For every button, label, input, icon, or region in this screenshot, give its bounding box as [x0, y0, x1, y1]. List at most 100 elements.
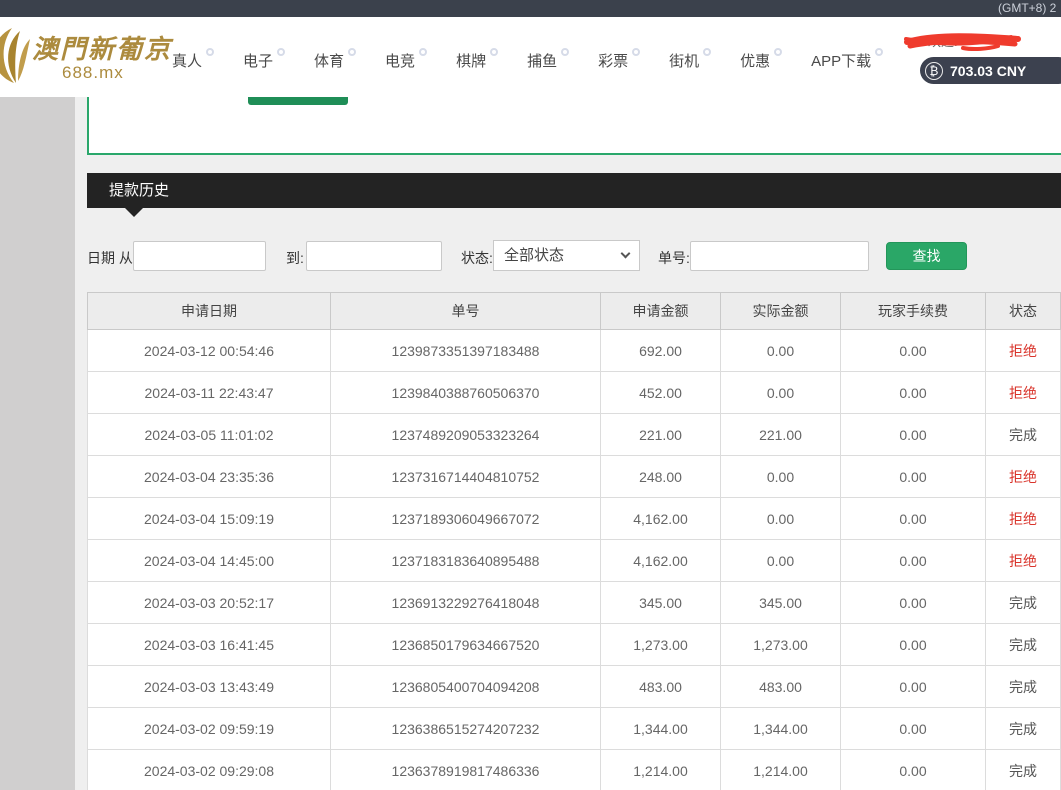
- cell-actual: 1,344.00: [721, 708, 841, 750]
- cell-status: 拒绝: [986, 498, 1061, 540]
- column-header-order: 单号: [331, 293, 601, 330]
- cell-order: 1239873351397183488: [331, 330, 601, 372]
- cell-applied: 345.00: [601, 582, 721, 624]
- cell-fee: 0.00: [841, 624, 986, 666]
- search-button[interactable]: 查找: [886, 242, 967, 270]
- withdraw-history-table: 申请日期 单号 申请金额 实际金额 玩家手续费 状态 2024-03-12 00…: [87, 292, 1061, 790]
- status-select[interactable]: 全部状态: [493, 240, 640, 271]
- nav-item[interactable]: 棋牌: [456, 50, 498, 71]
- cell-date: 2024-03-02 09:59:19: [88, 708, 331, 750]
- main-nav: 真人 电子 体育 电竞 棋牌 捕鱼 彩票 街机 优惠 APP下载: [172, 50, 883, 71]
- panel-title-bar: 提款历史: [87, 173, 1061, 208]
- nav-item[interactable]: 优惠: [740, 50, 782, 71]
- cell-applied: 692.00: [601, 330, 721, 372]
- cell-date: 2024-03-05 11:01:02: [88, 414, 331, 456]
- cell-actual: 0.00: [721, 456, 841, 498]
- cell-order: 1237316714404810752: [331, 456, 601, 498]
- nav-item-label: 体育: [314, 50, 344, 71]
- nav-item-label: APP下载: [811, 50, 871, 71]
- nav-item[interactable]: 体育: [314, 50, 356, 71]
- timezone-label: (GMT+8) 2: [998, 1, 1056, 15]
- table-row: 2024-03-11 22:43:47123984038876050637045…: [88, 372, 1061, 414]
- cell-applied: 483.00: [601, 666, 721, 708]
- cell-actual: 0.00: [721, 372, 841, 414]
- cell-status: 完成: [986, 750, 1061, 790]
- date-to-label: 到:: [286, 248, 304, 268]
- column-header-date: 申请日期: [88, 293, 331, 330]
- nav-item[interactable]: 电竞: [385, 50, 427, 71]
- order-input[interactable]: [690, 241, 869, 271]
- date-from-input[interactable]: [133, 241, 266, 271]
- nav-item-label: 彩票: [598, 50, 628, 71]
- cell-fee: 0.00: [841, 414, 986, 456]
- cell-order: 1237189306049667072: [331, 498, 601, 540]
- cell-order: 1236805400704094208: [331, 666, 601, 708]
- nav-item[interactable]: APP下载: [811, 50, 883, 71]
- nav-badge-icon: [703, 48, 711, 56]
- nav-badge-icon: [348, 48, 356, 56]
- history-table-body: 2024-03-12 00:54:46123987335139718348869…: [88, 330, 1061, 790]
- cell-applied: 221.00: [601, 414, 721, 456]
- cell-fee: 0.00: [841, 750, 986, 790]
- cell-fee: 0.00: [841, 330, 986, 372]
- cell-applied: 1,214.00: [601, 750, 721, 790]
- table-row: 2024-03-02 09:59:1912363865152742072321,…: [88, 708, 1061, 750]
- cell-fee: 0.00: [841, 582, 986, 624]
- cell-date: 2024-03-03 20:52:17: [88, 582, 331, 624]
- cell-status: 拒绝: [986, 456, 1061, 498]
- nav-item[interactable]: 捕鱼: [527, 50, 569, 71]
- nav-item[interactable]: 彩票: [598, 50, 640, 71]
- cell-applied: 1,344.00: [601, 708, 721, 750]
- nav-item-label: 街机: [669, 50, 699, 71]
- cell-fee: 0.00: [841, 456, 986, 498]
- nav-item-label: 真人: [172, 50, 202, 71]
- page: (GMT+8) 2 澳門新葡京 688.mx 真人 电子 体育 电竞 棋牌 捕鱼 彩票 街机 优…: [0, 0, 1061, 790]
- cell-status: 完成: [986, 624, 1061, 666]
- status-label: 状态:: [461, 248, 493, 268]
- logo-title[interactable]: 澳門新葡京: [32, 29, 172, 66]
- cell-actual: 483.00: [721, 666, 841, 708]
- cell-date: 2024-03-03 16:41:45: [88, 624, 331, 666]
- cell-fee: 0.00: [841, 498, 986, 540]
- nav-item-label: 棋牌: [456, 50, 486, 71]
- cell-status: 完成: [986, 708, 1061, 750]
- cell-date: 2024-03-02 09:29:08: [88, 750, 331, 790]
- logo-domain[interactable]: 688.mx: [62, 63, 124, 83]
- nav-badge-icon: [561, 48, 569, 56]
- nav-item-label: 电竞: [385, 50, 415, 71]
- nav-item[interactable]: 真人: [172, 50, 214, 71]
- balance-pill[interactable]: ₿ 703.03 CNY: [920, 57, 1061, 84]
- cell-fee: 0.00: [841, 708, 986, 750]
- table-row: 2024-03-04 23:35:36123731671440481075224…: [88, 456, 1061, 498]
- cell-actual: 221.00: [721, 414, 841, 456]
- cell-applied: 248.00: [601, 456, 721, 498]
- cell-actual: 0.00: [721, 330, 841, 372]
- order-label: 单号:: [658, 248, 690, 268]
- table-row: 2024-03-04 14:45:0012371831836408954884,…: [88, 540, 1061, 582]
- table-header-row: 申请日期 单号 申请金额 实际金额 玩家手续费 状态: [88, 293, 1061, 330]
- table-row: 2024-03-04 15:09:1912371893060496670724,…: [88, 498, 1061, 540]
- cell-status: 完成: [986, 666, 1061, 708]
- table-row: 2024-03-02 09:29:0812363789198174863361,…: [88, 750, 1061, 790]
- cell-fee: 0.00: [841, 540, 986, 582]
- cell-order: 1239840388760506370: [331, 372, 601, 414]
- cell-fee: 0.00: [841, 372, 986, 414]
- nav-badge-icon: [490, 48, 498, 56]
- nav-item[interactable]: 街机: [669, 50, 711, 71]
- nav-item[interactable]: 电子: [243, 50, 285, 71]
- logo-emblem-icon: [0, 25, 32, 87]
- left-margin-strip: [0, 97, 75, 790]
- nav-badge-icon: [632, 48, 640, 56]
- nav-badge-icon: [277, 48, 285, 56]
- nav-badge-icon: [875, 48, 883, 56]
- cell-actual: 345.00: [721, 582, 841, 624]
- date-from-label: 日期 从:: [87, 248, 137, 268]
- redaction-scribble: [903, 28, 1023, 54]
- nav-badge-icon: [774, 48, 782, 56]
- cell-order: 1237489209053323264: [331, 414, 601, 456]
- date-to-input[interactable]: [306, 241, 442, 271]
- cell-date: 2024-03-12 00:54:46: [88, 330, 331, 372]
- table-row: 2024-03-03 13:43:49123680540070409420848…: [88, 666, 1061, 708]
- nav-badge-icon: [419, 48, 427, 56]
- topbar: (GMT+8) 2: [0, 0, 1061, 17]
